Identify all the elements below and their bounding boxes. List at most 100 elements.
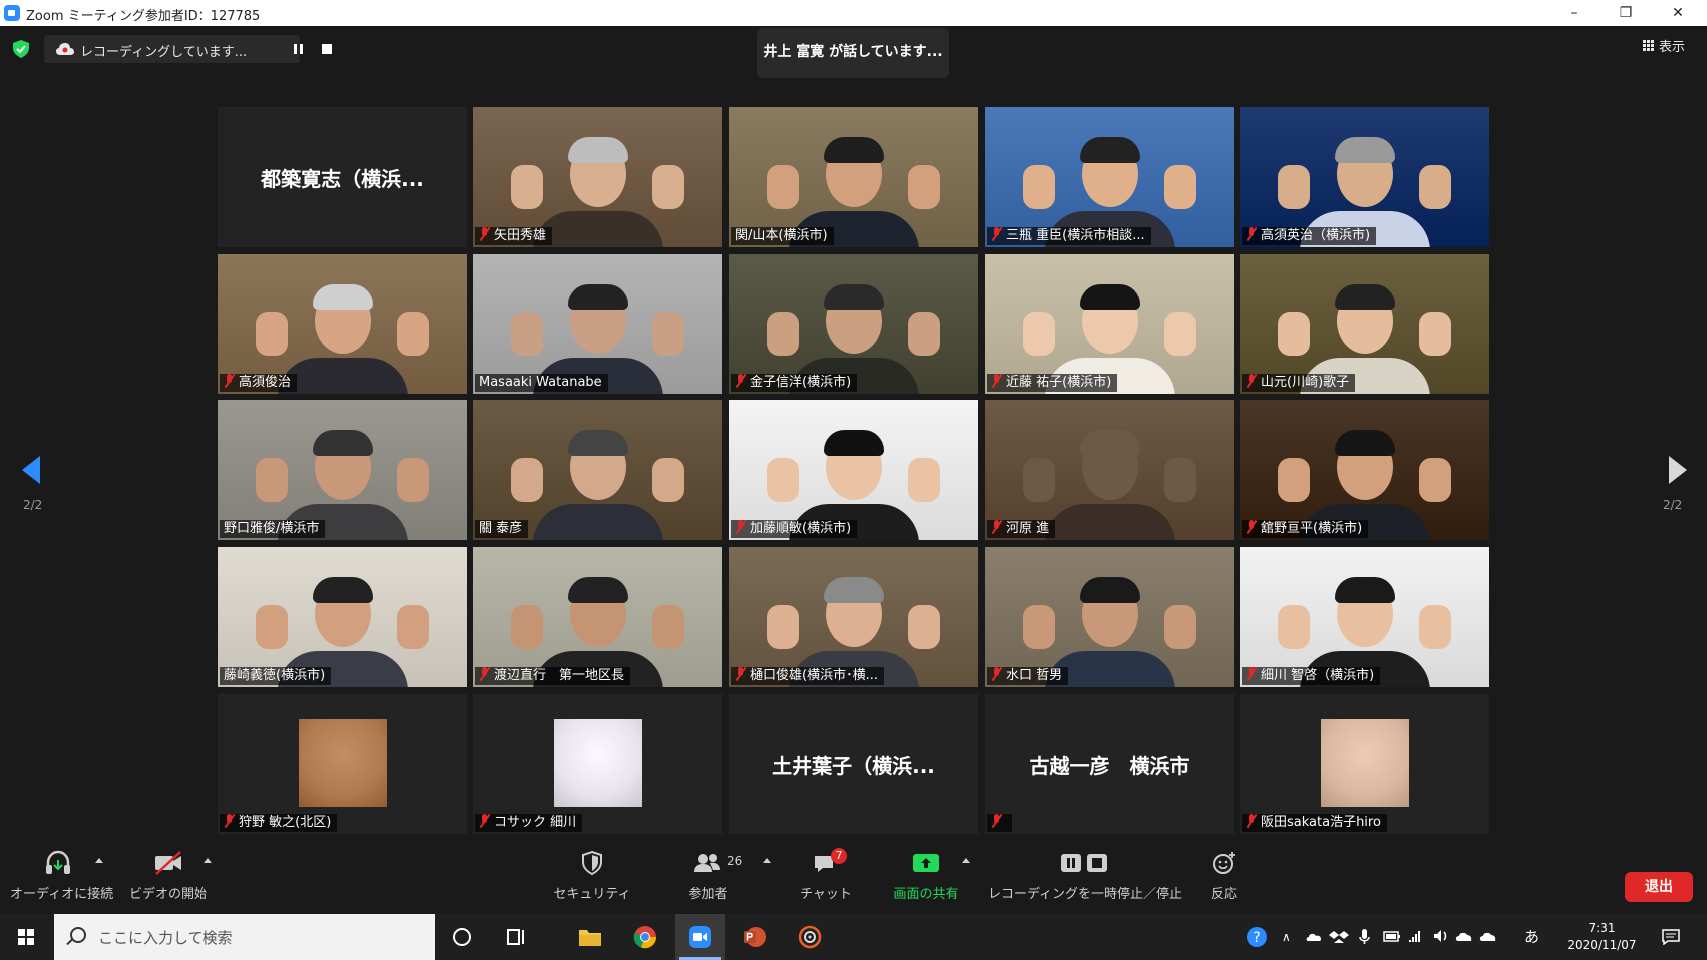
next-page-arrow[interactable] (1669, 456, 1687, 484)
participant-tile[interactable]: 細川 智啓（横浜市) (1240, 547, 1489, 687)
participant-tile[interactable]: 土井葉子（横浜... (729, 694, 978, 834)
participant-tile[interactable]: 河原 進 (985, 400, 1234, 540)
participant-tile[interactable]: 狩野 敏之(北区) (218, 694, 467, 834)
chat-button[interactable]: 7 チャット (795, 848, 857, 902)
thumbs-up-hand (1278, 312, 1310, 356)
muted-mic-icon (735, 667, 747, 681)
participant-name-tag: 野口雅俊/横浜市 (220, 520, 326, 538)
taskbar-search-box[interactable]: ここに入力して検索 (54, 914, 435, 960)
share-screen-icon (913, 854, 939, 872)
pause-recording-icon[interactable] (294, 44, 304, 54)
participant-tile[interactable]: 藤崎義徳(横浜市) (218, 547, 467, 687)
participant-tile[interactable]: 古越一彦 横浜市 (985, 694, 1234, 834)
zoom-app[interactable] (675, 914, 725, 960)
participant-name-tag: 高須英治（横浜市) (1242, 227, 1377, 245)
participant-tile[interactable]: 關 泰彦 (473, 400, 722, 540)
windows-start-icon[interactable] (18, 929, 34, 945)
participant-tile[interactable]: 高須英治（横浜市) (1240, 107, 1489, 247)
ime-indicator[interactable]: あ (1524, 914, 1539, 960)
participant-tile[interactable]: 矢田秀雄 (473, 107, 722, 247)
participant-tile[interactable]: 関/山本(横浜市) (729, 107, 978, 247)
thumbs-up-hand (1278, 165, 1310, 209)
minimize-button[interactable]: – (1551, 0, 1597, 26)
participant-tile[interactable]: 樋口俊雄(横浜市･横... (729, 547, 978, 687)
restore-button[interactable]: ❐ (1603, 0, 1649, 26)
participant-tile[interactable]: 都築寛志（横浜... (218, 107, 467, 247)
participant-tile[interactable]: 金子信洋(横浜市) (729, 254, 978, 394)
participant-video-feed (473, 400, 722, 540)
participant-name: 藤崎義徳(横浜市) (224, 668, 326, 683)
cortana-circle-icon (453, 928, 471, 946)
participant-tile[interactable]: 水口 哲男 (985, 547, 1234, 687)
participant-video-feed (985, 547, 1234, 687)
participant-name-tag: 渡辺直行 第一地区長 (475, 667, 631, 685)
stop-recording-icon[interactable] (322, 44, 332, 54)
previous-page-arrow[interactable] (22, 456, 40, 484)
participant-name: 関/山本(横浜市) (735, 228, 828, 243)
muted-mic-icon (479, 667, 491, 681)
start-video-button[interactable]: ビデオの開始 (128, 850, 208, 902)
participant-tile[interactable]: 阪田sakata浩子hiro (1240, 694, 1489, 834)
taskbar-clock[interactable]: 7:31 2020/11/07 (1560, 920, 1644, 954)
video-options-caret[interactable] (204, 858, 212, 863)
participant-hair (312, 577, 373, 603)
task-view-button[interactable] (490, 914, 540, 960)
muted-mic-icon (479, 814, 491, 828)
media-app[interactable] (785, 914, 835, 960)
active-speaker-banner: 井上 富寛 が話しています... (757, 28, 949, 78)
leave-meeting-button[interactable]: 退出 (1625, 872, 1693, 902)
muted-mic-icon (1246, 814, 1258, 828)
participant-name: 野口雅俊/横浜市 (224, 521, 320, 536)
participant-name-tag: 樋口俊雄(横浜市･横... (731, 667, 884, 685)
participant-video-feed (985, 107, 1234, 247)
participants-button[interactable]: 26 参加者 (675, 850, 742, 902)
participants-options-caret[interactable] (763, 858, 771, 863)
participant-hair (567, 430, 628, 456)
participant-hair (567, 577, 628, 603)
participant-tile[interactable]: 舘野亘平(横浜市) (1240, 400, 1489, 540)
join-audio-button[interactable]: オーディオに接続 (10, 850, 114, 902)
participant-name: 高須英治（横浜市) (1261, 228, 1371, 243)
recording-control-button[interactable]: レコーディングを一時停止／停止 (985, 850, 1185, 902)
participant-tile[interactable]: 渡辺直行 第一地区長 (473, 547, 722, 687)
participant-tile[interactable]: コサック 細川 (473, 694, 722, 834)
encryption-shield-icon[interactable] (13, 40, 29, 58)
audio-options-caret[interactable] (95, 858, 103, 863)
participant-name-tag (987, 814, 1012, 832)
notifications-icon[interactable] (1662, 914, 1680, 960)
participant-tile[interactable]: 高須俊治 (218, 254, 467, 394)
participant-video-feed (729, 400, 978, 540)
view-button[interactable]: 表示 (1643, 36, 1685, 55)
chrome-app[interactable] (620, 914, 670, 960)
close-button[interactable]: ✕ (1655, 0, 1701, 26)
thumbs-up-hand (908, 605, 940, 649)
reactions-button[interactable]: 反応 (1196, 850, 1252, 902)
headphones-icon (46, 850, 70, 874)
participant-video-feed (218, 400, 467, 540)
participant-name: 三瓶 重臣(横浜市相談... (1006, 228, 1145, 243)
file-explorer-app[interactable] (565, 914, 615, 960)
window-title: Zoom ミーティング参加者ID：127785 (26, 9, 261, 24)
share-options-caret[interactable] (962, 858, 970, 863)
tray-chevron-icon[interactable]: ∧ (1282, 914, 1291, 960)
thumbs-up-hand (511, 458, 543, 502)
participant-name: 河原 進 (1006, 521, 1050, 536)
security-button[interactable]: セキュリティ (552, 850, 632, 902)
participant-tile[interactable]: Masaaki Watanabe (473, 254, 722, 394)
thumbs-up-hand (1164, 312, 1196, 356)
muted-mic-icon (991, 374, 1003, 388)
participant-tile[interactable]: 加藤順敏(横浜市) (729, 400, 978, 540)
participant-tile[interactable]: 野口雅俊/横浜市 (218, 400, 467, 540)
participant-hair (1334, 284, 1395, 310)
cortana-button[interactable] (437, 914, 487, 960)
thumbs-up-hand (1419, 165, 1451, 209)
join-audio-label: オーディオに接続 (10, 887, 114, 902)
window-titlebar: Zoom ミーティング参加者ID：127785 – ❐ ✕ (0, 0, 1707, 26)
participant-tile[interactable]: 近藤 祐子(横浜市) (985, 254, 1234, 394)
participant-tile[interactable]: 山元(川崎)歌子 (1240, 254, 1489, 394)
share-screen-button[interactable]: 画面の共有 (886, 850, 966, 902)
participant-tile[interactable]: 三瓶 重臣(横浜市相談... (985, 107, 1234, 247)
help-icon[interactable]: ? (1246, 914, 1268, 960)
participant-hair (823, 137, 884, 163)
powerpoint-app[interactable] (730, 914, 780, 960)
